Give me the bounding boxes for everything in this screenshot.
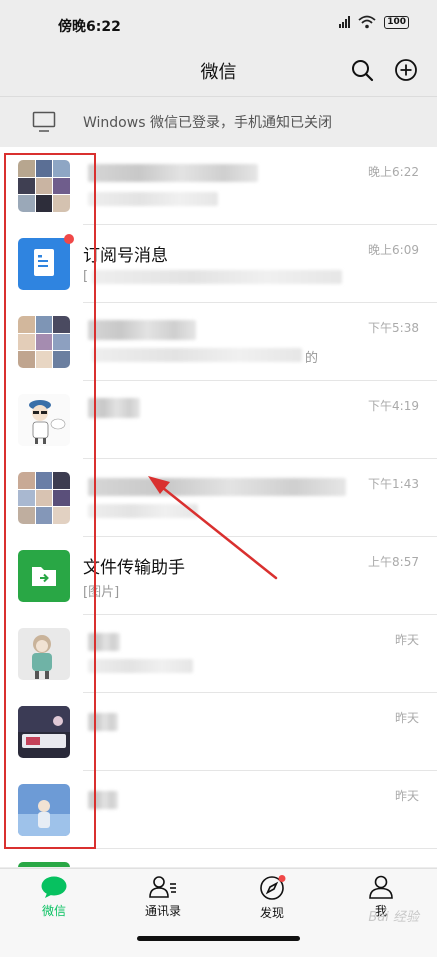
status-icons: 100: [339, 15, 409, 29]
tab-label: 微信: [41, 904, 66, 918]
chat-time: 下午4:19: [368, 399, 419, 413]
chat-time: 下午1:43: [368, 477, 419, 491]
signal-icon: [339, 16, 351, 28]
annotation-box: [4, 153, 96, 849]
add-icon[interactable]: [394, 58, 418, 82]
chat-time: 昨天: [394, 789, 419, 803]
tab-chats[interactable]: 微信: [14, 875, 94, 925]
tab-label: 发现: [259, 906, 284, 920]
redacted-preview: [92, 270, 342, 284]
chat-time: 下午5:38: [368, 321, 419, 335]
redacted-name: [88, 164, 258, 182]
login-notice[interactable]: Windows 微信已登录，手机通知已关闭: [0, 96, 437, 148]
chat-time: 晚上6:09: [368, 243, 419, 257]
green-avatar: [18, 862, 70, 867]
tab-contacts[interactable]: 通讯录: [123, 875, 203, 925]
nav-bar: 微信: [0, 44, 437, 96]
redacted-name: [88, 320, 196, 340]
tab-discover[interactable]: 发现: [232, 875, 312, 925]
wifi-icon: [358, 15, 376, 29]
annotation-arrow: [148, 476, 278, 580]
home-indicator[interactable]: [137, 936, 300, 941]
monitor-icon: [32, 111, 56, 132]
watermark: Bai 经验: [368, 910, 419, 925]
chat-icon: [41, 876, 67, 898]
chat-item[interactable]: [0, 849, 437, 867]
chat-time: 晚上6:22: [368, 165, 419, 179]
contacts-icon: [149, 876, 176, 898]
notice-text: Windows 微信已登录，手机通知已关闭: [83, 115, 332, 131]
person-icon: [369, 875, 393, 899]
status-bar: 傍晚6:22 100: [0, 0, 437, 44]
battery-icon: 100: [384, 15, 409, 29]
redacted-preview: [88, 659, 193, 673]
chat-time: 上午8:57: [368, 555, 419, 569]
status-time: 傍晚6:22: [58, 19, 121, 35]
search-icon[interactable]: [350, 58, 374, 82]
chat-preview: 的: [305, 351, 319, 366]
redacted-preview: [92, 348, 302, 362]
chat-time: 昨天: [394, 711, 419, 725]
chat-time: 昨天: [394, 633, 419, 647]
compass-icon: [260, 875, 286, 900]
tab-label: 通讯录: [144, 904, 181, 918]
redacted-preview: [88, 192, 218, 206]
